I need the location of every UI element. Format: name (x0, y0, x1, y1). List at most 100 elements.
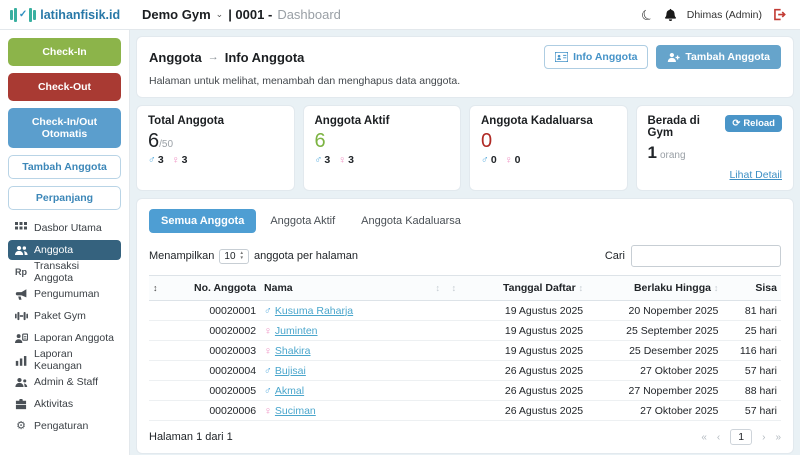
breadcrumb-arrow-icon: → (208, 51, 219, 63)
col-berlaku-hingga[interactable]: Berlaku Hingga ↕ (587, 276, 722, 301)
sidebar-item-paket-gym[interactable]: Paket Gym (8, 306, 121, 326)
cell-sisa: 57 hari (722, 361, 781, 381)
page-summary: Halaman 1 dari 1 (149, 431, 233, 443)
col-no-anggota[interactable]: No. Anggota (167, 276, 260, 301)
first-page-button[interactable]: « (701, 432, 707, 443)
info-anggota-button[interactable]: Info Anggota (544, 45, 648, 69)
sidebar-item-admin-staff[interactable]: Admin & Staff (8, 372, 121, 392)
cell-nama: ♂Akmal (260, 381, 430, 401)
notification-bell-icon[interactable] (664, 8, 677, 21)
brand[interactable]: ✓ latihanfisik.id (0, 8, 130, 22)
tab-anggota-kadaluarsa[interactable]: Anggota Kadaluarsa (349, 209, 473, 233)
sort-icon[interactable]: ↕ (153, 283, 158, 293)
users-icon (14, 245, 28, 256)
cell-berlaku-hingga: 25 September 2025 (587, 321, 722, 341)
prev-page-button[interactable]: ‹ (717, 432, 720, 443)
user-name[interactable]: Dhimas (Admin) (687, 9, 762, 21)
menu-label: Pengumuman (34, 288, 99, 300)
stat-value: 6 (148, 130, 159, 152)
cell-tanggal-daftar: 26 Agustus 2025 (462, 401, 587, 421)
cell-sisa: 116 hari (722, 341, 781, 361)
auto-checkinout-button[interactable]: Check-In/Out Otomatis (8, 108, 121, 148)
col-nama[interactable]: Nama (260, 276, 430, 301)
tambah-anggota-button[interactable]: Tambah Anggota (656, 45, 781, 69)
cell-tanggal-daftar: 26 Agustus 2025 (462, 381, 587, 401)
breadcrumb-parent[interactable]: Anggota (149, 50, 202, 65)
table-row: 00020003♀Shakira19 Agustus 202525 Desemb… (149, 341, 781, 361)
stat-card-total-anggota: Total Anggota 6/50 ♂3 ♀3 (136, 105, 295, 191)
search-input[interactable] (631, 245, 781, 267)
male-count: 3 (324, 154, 330, 166)
sidebar-item-laporan-anggota[interactable]: Laporan Anggota (8, 328, 121, 348)
reload-button[interactable]: ⟳ Reload (725, 115, 782, 132)
sort-icon[interactable]: ↕ (435, 283, 440, 293)
page-size-select[interactable]: 10 ▲▼ (219, 249, 249, 264)
menu-label: Aktivitas (34, 398, 73, 410)
topbar: ✓ latihanfisik.id Demo Gym ⌄ | 0001 - Da… (0, 0, 800, 30)
chevron-down-icon[interactable]: ⌄ (216, 9, 224, 20)
member-name-link[interactable]: Juminten (275, 325, 318, 337)
pagination: « ‹ 1 › » (701, 429, 781, 445)
cell-nama: ♀Suciman (260, 401, 430, 421)
gender-icon: ♂ (264, 305, 272, 317)
cell-berlaku-hingga: 20 Nopember 2025 (587, 301, 722, 321)
check-out-button[interactable]: Check-Out (8, 73, 121, 101)
members-table: ↕ No. Anggota Nama ↕ ↕ Tanggal Daftar ↕ … (149, 275, 781, 421)
female-count: 3 (348, 154, 354, 166)
cell-sisa: 81 hari (722, 301, 781, 321)
cell-sisa: 57 hari (722, 401, 781, 421)
sidebar-item-anggota[interactable]: Anggota (8, 240, 121, 260)
topbar-actions: ☾ Dhimas (Admin) (641, 8, 800, 22)
male-count: 3 (158, 154, 164, 166)
logout-icon[interactable] (772, 8, 786, 21)
rupiah-icon: Rp (14, 267, 28, 277)
male-count: 0 (491, 154, 497, 166)
dark-mode-moon-icon[interactable]: ☾ (639, 5, 657, 23)
sort-icon[interactable]: ↕ (452, 283, 457, 293)
gym-name[interactable]: Demo Gym (142, 7, 211, 22)
dumbbell-check-logo-icon: ✓ (10, 8, 36, 22)
sidebar-item-aktivitas[interactable]: Aktivitas (8, 394, 121, 414)
member-name-link[interactable]: Suciman (275, 405, 316, 417)
cell-tanggal-daftar: 19 Agustus 2025 (462, 341, 587, 361)
sidebar-item-pengumuman[interactable]: Pengumuman (8, 284, 121, 304)
cell-nama: ♀Shakira (260, 341, 430, 361)
sidebar-item-pengaturan[interactable]: ⚙ Pengaturan (8, 416, 121, 436)
member-name-link[interactable]: Bujisai (275, 365, 306, 377)
female-icon: ♀ (172, 154, 180, 166)
tab-semua-anggota[interactable]: Semua Anggota (149, 209, 256, 233)
grid-icon (14, 222, 28, 234)
page-number-button[interactable]: 1 (730, 429, 752, 445)
brand-name: latihanfisik.id (40, 8, 120, 22)
table-header-row: ↕ No. Anggota Nama ↕ ↕ Tanggal Daftar ↕ … (149, 276, 781, 301)
member-name-link[interactable]: Shakira (275, 345, 311, 357)
male-icon: ♂ (481, 154, 489, 166)
check-in-button[interactable]: Check-In (8, 38, 121, 66)
col-sisa[interactable]: Sisa (722, 276, 781, 301)
next-page-button[interactable]: › (762, 432, 765, 443)
sidebar-item-dasbor-utama[interactable]: Dasbor Utama (8, 218, 121, 238)
refresh-icon: ⟳ (732, 118, 740, 129)
gears-icon: ⚙ (14, 421, 28, 432)
cell-berlaku-hingga: 27 Nopember 2025 (587, 381, 722, 401)
tambah-anggota-label: Tambah Anggota (685, 51, 770, 63)
sidebar-item-laporan-keuangan[interactable]: Laporan Keuangan (8, 350, 121, 370)
tambah-anggota-sidebar-button[interactable]: Tambah Anggota (8, 155, 121, 179)
breadcrumb: Anggota → Info Anggota (149, 50, 304, 65)
lihat-detail-link[interactable]: Lihat Detail (648, 169, 783, 181)
stat-cards: Total Anggota 6/50 ♂3 ♀3 Anggota Aktif 6… (136, 105, 794, 191)
member-name-link[interactable]: Akmal (275, 385, 304, 397)
member-name-link[interactable]: Kusuma Raharja (275, 305, 353, 317)
female-icon: ♀ (505, 154, 513, 166)
sidebar-item-transaksi-anggota[interactable]: Rp Transaksi Anggota (8, 262, 121, 282)
menu-label: Laporan Keuangan (34, 348, 115, 372)
show-prefix-label: Menampilkan (149, 250, 214, 262)
perpanjang-button[interactable]: Perpanjang (8, 186, 121, 210)
tab-anggota-aktif[interactable]: Anggota Aktif (258, 209, 347, 233)
menu-label: Paket Gym (34, 310, 86, 322)
cell-berlaku-hingga: 25 Desember 2025 (587, 341, 722, 361)
table-row: 00020001♂Kusuma Raharja19 Agustus 202520… (149, 301, 781, 321)
last-page-button[interactable]: » (775, 432, 781, 443)
col-tanggal-daftar[interactable]: Tanggal Daftar ↕ (462, 276, 587, 301)
cell-tanggal-daftar: 26 Agustus 2025 (462, 361, 587, 381)
